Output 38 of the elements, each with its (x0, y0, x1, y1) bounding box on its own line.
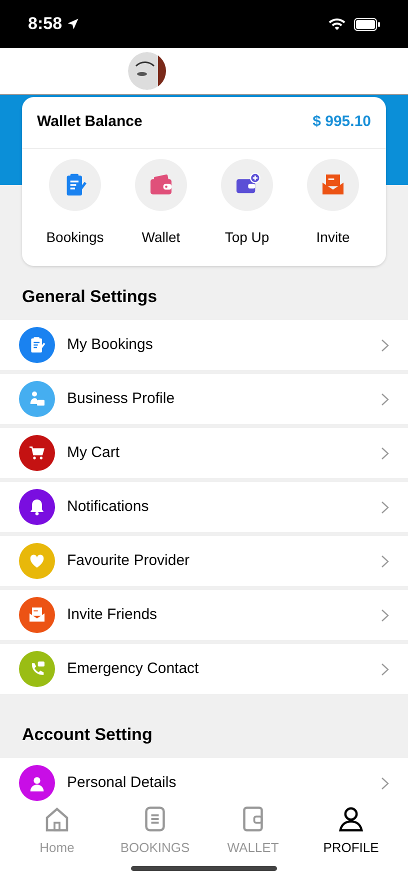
section-title: General Settings (22, 287, 158, 306)
chevron-icon (381, 338, 389, 352)
chevron-icon (381, 446, 389, 460)
chevron-icon (381, 554, 389, 568)
row-label: Favourite Provider (67, 550, 191, 571)
chevron-icon (381, 392, 389, 406)
section-title: Account Setting (22, 725, 152, 744)
settings-row[interactable]: Invite Friends (0, 590, 408, 640)
avatar[interactable] (128, 52, 166, 90)
settings-row[interactable]: My Cart (0, 428, 408, 478)
settings-row[interactable]: My Bookings (0, 320, 408, 370)
row-label: Emergency Contact (67, 658, 200, 679)
quick-action-button[interactable]: Invite (290, 159, 376, 248)
quick-action-button[interactable]: Top Up (204, 159, 290, 248)
settings-row[interactable]: Notifications (0, 482, 408, 532)
row-label: Personal Details (67, 772, 178, 793)
row-label: Invite Friends (67, 604, 158, 625)
chevron-icon (381, 608, 389, 622)
quick-action-button[interactable]: Bookings (32, 159, 118, 248)
wallet-balance: $ 995.10 (312, 112, 371, 132)
wallet-title: Wallet Balance (37, 112, 142, 132)
chevron-icon (381, 662, 389, 676)
row-label: Notifications (67, 496, 150, 517)
status-time: 8:58 (28, 13, 62, 36)
chevron-icon (381, 776, 389, 790)
row-label: My Bookings (67, 334, 154, 355)
location-arrow-icon (66, 17, 80, 31)
wifi-icon (328, 17, 346, 31)
settings-row[interactable]: Personal Details (0, 758, 408, 802)
settings-row[interactable]: Emergency Contact (0, 644, 408, 694)
row-label: My Cart (67, 442, 120, 463)
battery-icon (354, 18, 380, 30)
tab[interactable]: PROFILE (302, 802, 400, 860)
row-label: Business Profile (67, 388, 176, 409)
settings-row[interactable]: Business Profile (0, 374, 408, 424)
chevron-icon (381, 500, 389, 514)
settings-row[interactable]: Favourite Provider (0, 536, 408, 586)
quick-action-button[interactable]: Wallet (118, 159, 204, 248)
